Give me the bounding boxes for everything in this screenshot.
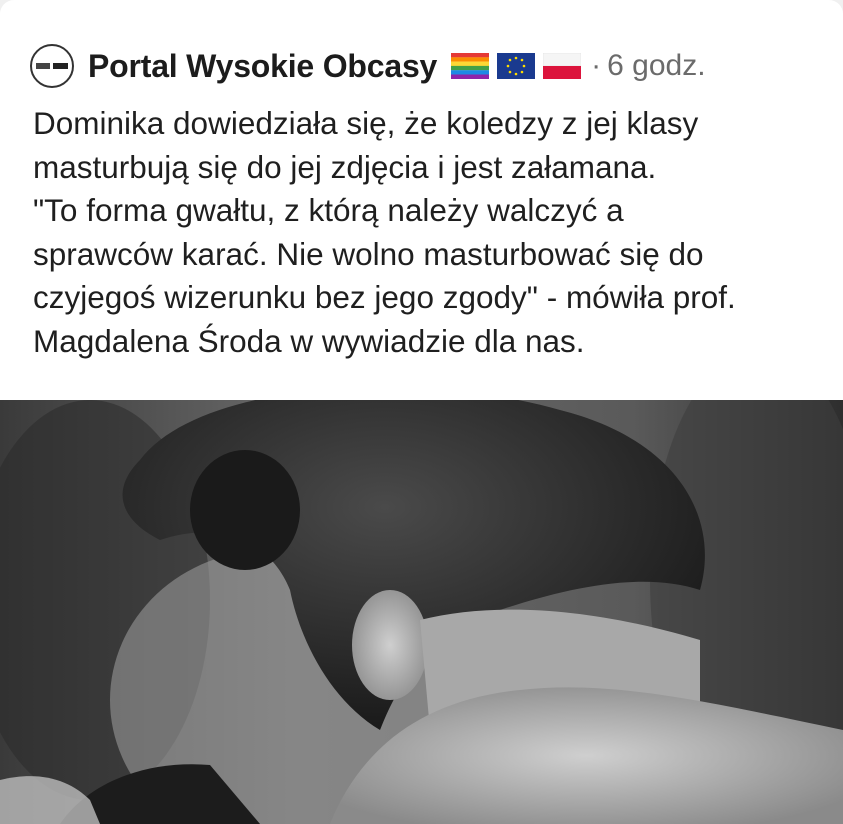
rainbow-flag-icon xyxy=(451,53,490,79)
post-card: Portal Wysokie Obcasy · 6 godz. Dominika… xyxy=(0,0,843,824)
meta-separator: · xyxy=(591,49,602,82)
author-flags xyxy=(451,53,589,79)
eu-flag-icon xyxy=(497,53,536,79)
author-name[interactable]: Portal Wysokie Obcasy xyxy=(88,48,437,85)
post-body-text: Dominika dowiedziała się, że koledzy z j… xyxy=(33,105,736,359)
post-photo[interactable] xyxy=(0,400,843,824)
author-avatar[interactable] xyxy=(30,44,74,88)
photo-ear xyxy=(352,590,428,700)
post-timestamp[interactable]: 6 godz. xyxy=(607,49,705,83)
post-header: Portal Wysokie Obcasy · 6 godz. xyxy=(30,44,706,88)
photo-hair-bun xyxy=(190,450,300,570)
poland-flag-icon xyxy=(543,53,582,79)
author-logo-icon xyxy=(36,63,68,69)
